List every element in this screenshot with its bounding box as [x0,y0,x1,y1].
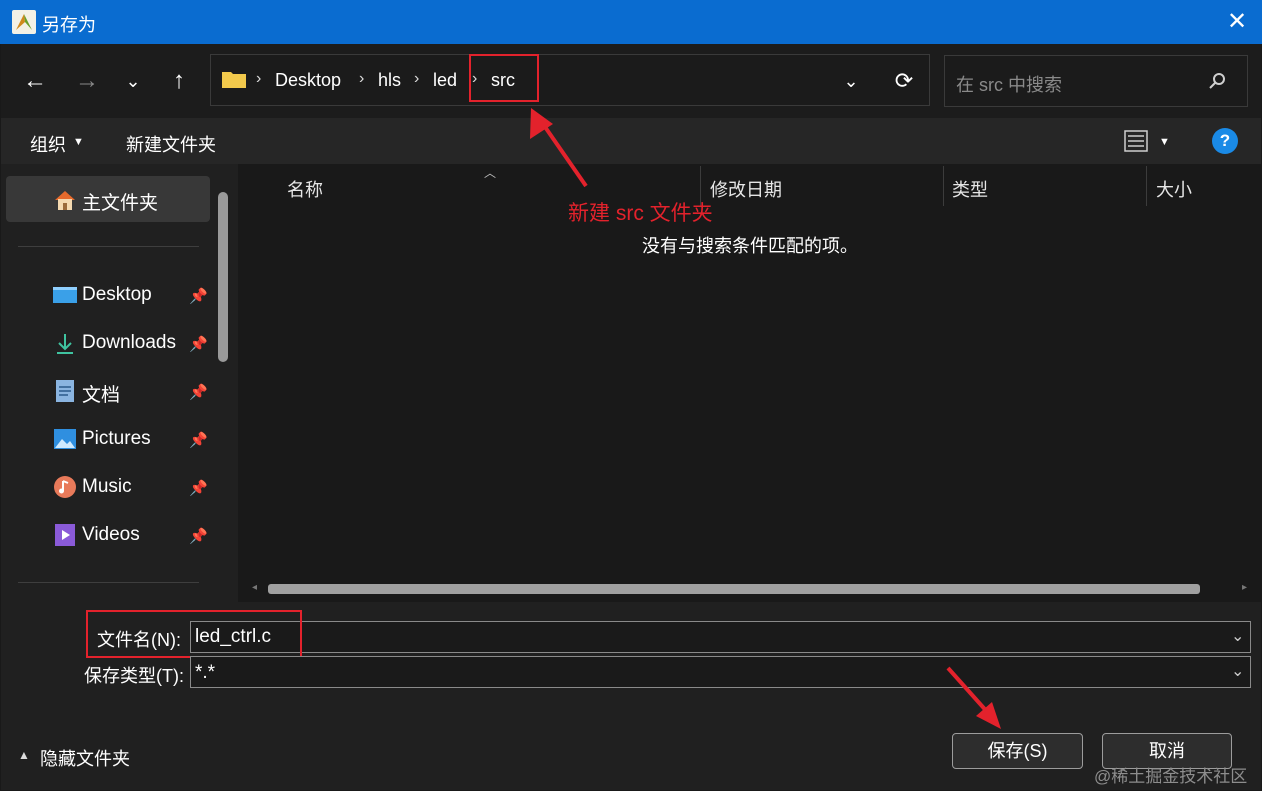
annotation-arrow-line [946,666,992,717]
watermark-text: @稀土掘金技术社区 [1094,767,1248,786]
annotation-arrow-line [541,122,588,188]
annotation-arrows [530,108,1001,729]
